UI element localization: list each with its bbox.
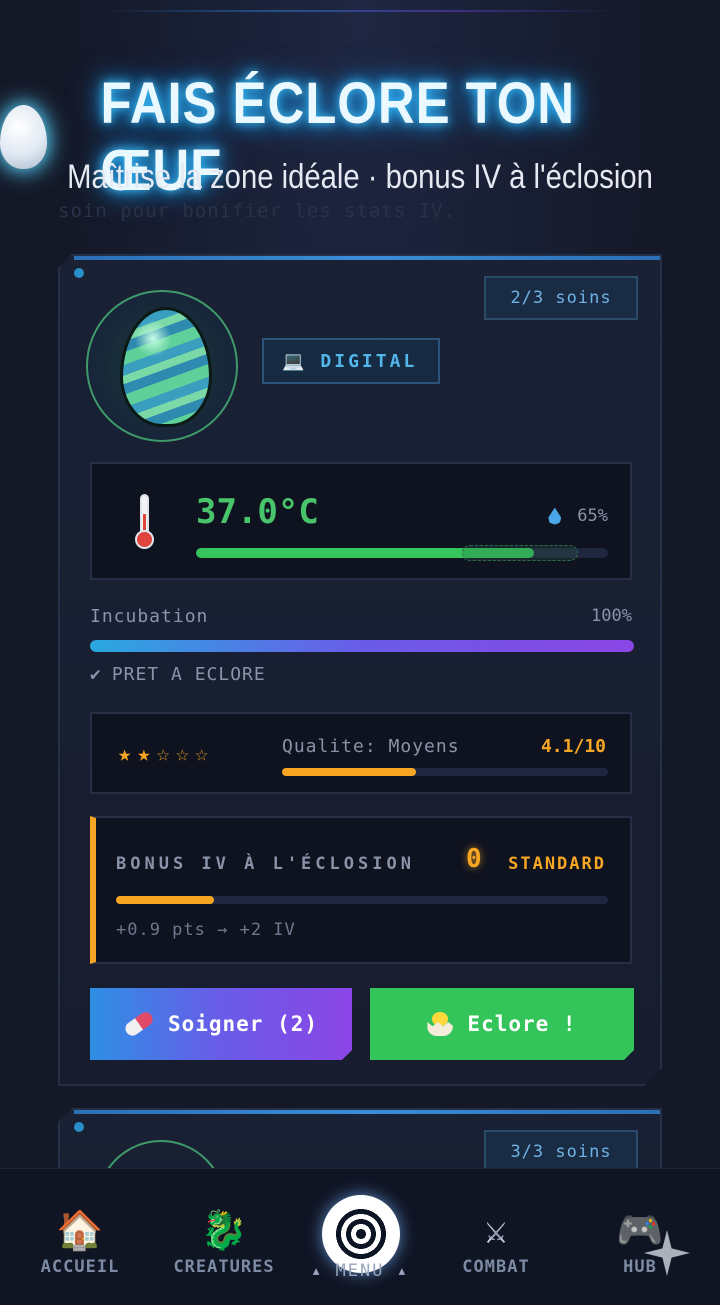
star-filled-icon: ★	[137, 742, 151, 767]
star-filled-icon: ★	[118, 742, 132, 767]
hatch-button-label: Eclore !	[467, 1012, 577, 1036]
quality-bar-fill	[282, 768, 416, 776]
hatch-button[interactable]: Eclore !	[370, 988, 634, 1060]
temperature-value: 37.0°C	[196, 492, 319, 532]
nav-home[interactable]: 🏠 ACCUEIL	[20, 1207, 140, 1277]
thermometer-icon	[134, 494, 154, 550]
nav-combat-label: COMBAT	[462, 1257, 530, 1277]
nav-creatures-label: CREATURES	[173, 1257, 275, 1277]
menu-label: ▴ MENU ▴	[311, 1261, 409, 1281]
star-empty-icon: ☆	[156, 742, 170, 767]
egg-type-badge: 💻 DIGITAL	[262, 338, 440, 384]
humidity-value: 65%	[577, 506, 608, 526]
bonus-value: 0	[466, 844, 482, 874]
egg-portrait[interactable]	[86, 290, 238, 442]
hatching-chick-icon	[427, 1012, 453, 1036]
quality-panel: ★ ★ ☆ ☆ ☆ Qualite: Moyens 4.1/10	[90, 712, 632, 794]
star-empty-icon: ☆	[195, 742, 209, 767]
egg-icon	[0, 105, 48, 169]
nav-creatures[interactable]: 🐉 CREATURES	[164, 1207, 284, 1277]
gamepad-icon: 🎮	[616, 1208, 664, 1252]
dragon-icon: 🐉	[200, 1208, 248, 1252]
nav-hub[interactable]: 🎮 HUB	[580, 1207, 700, 1277]
temperature-panel: 37.0°C 65%	[90, 462, 632, 580]
bonus-bar-fill	[116, 896, 214, 904]
incubation-progress-fill	[90, 640, 634, 652]
heal-button-label: Soigner (2)	[167, 1012, 319, 1036]
crossed-swords-icon: ⚔	[484, 1208, 508, 1252]
egg-card: 2/3 soins 💻 DIGITAL 37.0°C 65% Incubatio…	[58, 254, 662, 1086]
spiral-icon	[333, 1206, 389, 1262]
laptop-icon: 💻	[282, 350, 305, 372]
bonus-title: BONUS IV À L'ÉCLOSION	[116, 854, 415, 874]
incubation-progress-bar	[90, 640, 634, 652]
egg-sprite	[120, 307, 212, 427]
card-indicator-dot	[74, 268, 84, 278]
iv-bonus-panel: BONUS IV À L'ÉCLOSION 0 STANDARD +0.9 pt…	[90, 816, 632, 964]
nav-hub-label: HUB	[623, 1257, 657, 1277]
nav-combat[interactable]: ⚔ COMBAT	[436, 1207, 556, 1277]
page-subtitle: Maîtrise la zone idéale · bonus IV à l'é…	[67, 158, 653, 196]
bonus-rank: STANDARD	[508, 854, 606, 874]
nav-home-label: ACCUEIL	[40, 1257, 120, 1277]
hatch-status-label: PRET A ECLORE	[111, 664, 266, 685]
care-count-badge: 2/3 soins	[484, 276, 638, 320]
incubation-percent: 100%	[591, 606, 632, 626]
water-drop-icon	[548, 508, 561, 525]
card-indicator-dot	[74, 1122, 84, 1132]
faded-hint-text: soin pour bonifier les stats IV.	[58, 200, 457, 222]
quality-bar	[282, 768, 608, 776]
heal-button[interactable]: Soigner (2)	[90, 988, 352, 1060]
incubation-label: Incubation	[90, 606, 209, 627]
bonus-bar	[116, 896, 608, 904]
star-empty-icon: ☆	[175, 742, 189, 767]
pill-icon	[123, 1010, 156, 1039]
ideal-zone-marker	[462, 545, 578, 561]
quality-score: 4.1/10	[540, 736, 606, 757]
bottom-nav: 🏠 ACCUEIL 🐉 CREATURES ▴ MENU ▴ ⚔ COMBAT …	[0, 1168, 720, 1305]
egg-type-label: DIGITAL	[320, 350, 418, 372]
top-accent-line	[100, 10, 620, 12]
temperature-slider[interactable]	[196, 548, 608, 558]
house-icon: 🏠	[56, 1208, 104, 1252]
bonus-detail: +0.9 pts → +2 IV	[116, 920, 296, 940]
hatch-status: ✔ PRET A ECLORE	[90, 664, 266, 685]
checkmark-icon: ✔	[90, 664, 102, 685]
humidity-readout: 65%	[548, 506, 608, 526]
quality-label: Qualite: Moyens	[282, 736, 460, 757]
quality-stars: ★ ★ ☆ ☆ ☆	[118, 742, 208, 767]
